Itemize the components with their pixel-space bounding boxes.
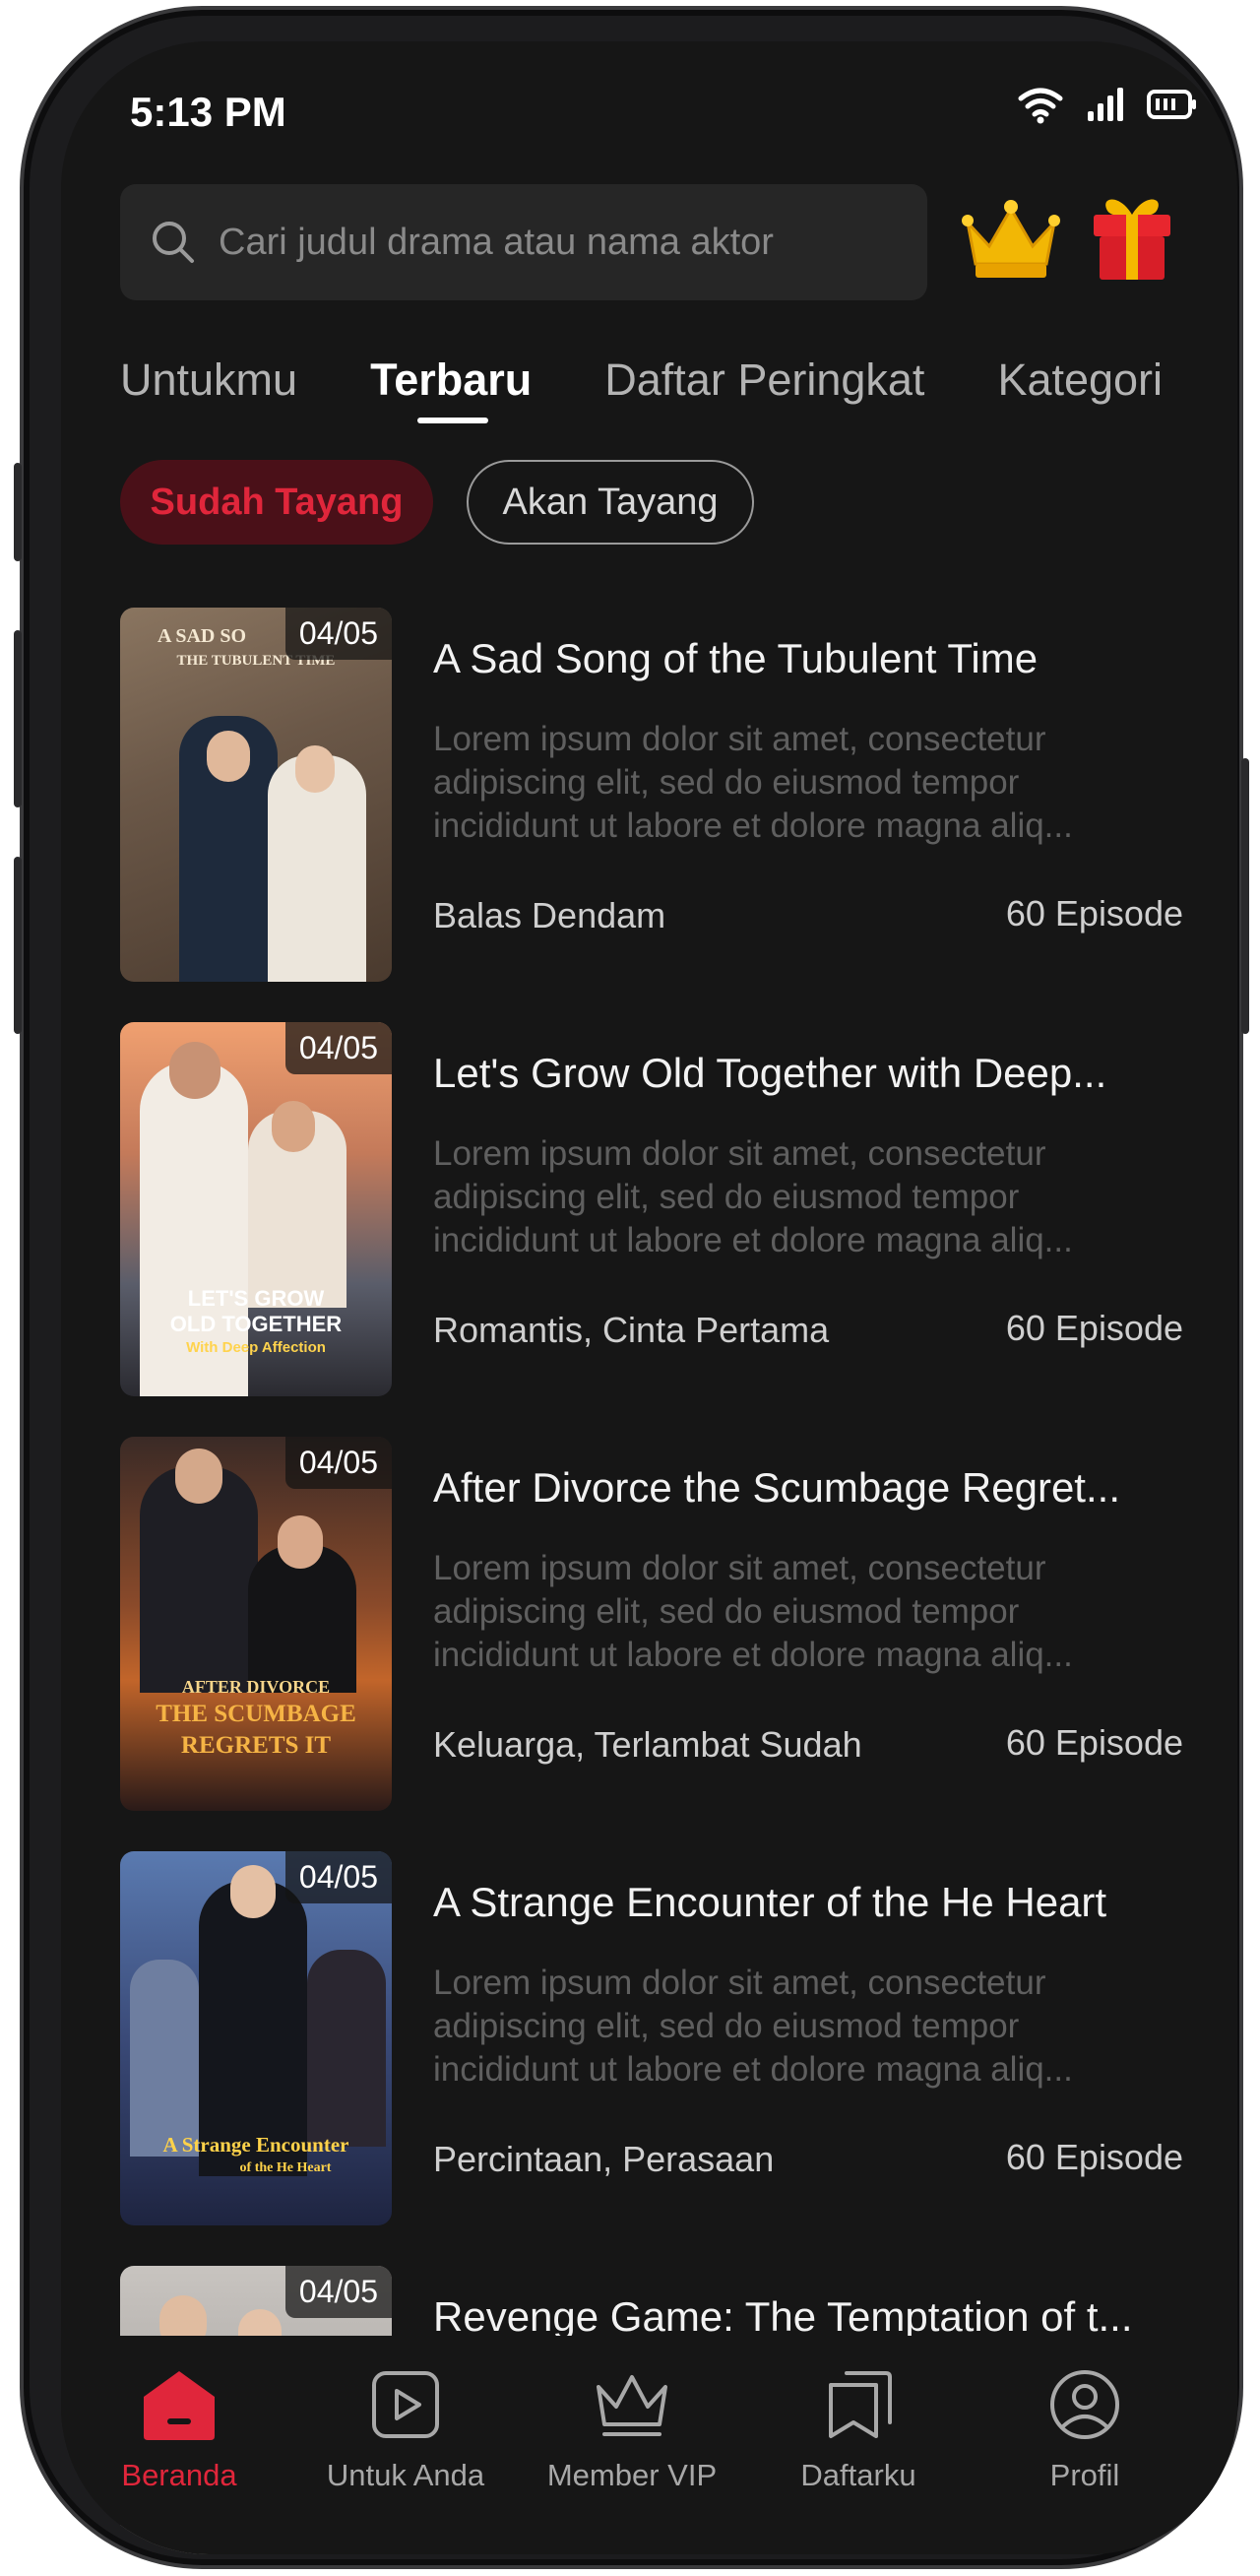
release-date-badge: 04/05 [284,608,392,660]
drama-item[interactable]: LET'S GROW OLD TOGETHER With Deep Affect… [120,1022,1183,1396]
status-time: 5:13 PM [130,89,286,135]
gift-icon[interactable] [1090,189,1174,284]
category-tabs: Untukmu Terbaru Daftar Peringkat Kategor… [120,354,1163,423]
drama-poster: A Strange Encounter of the He Heart 04/0… [120,1851,392,2225]
nav-label: Member VIP [546,2458,718,2492]
drama-item[interactable]: AFTER DIVORCE THE SCUMBAGE REGRETS IT 04… [120,1437,1183,1811]
battery-icon [1147,90,1196,119]
status-icons [1017,85,1198,124]
drama-title: A Sad Song of the Tubulent Time [433,635,1039,681]
drama-description: Lorem ipsum dolor sit amet, consectetur … [433,1134,1073,1259]
play-icon [372,2371,439,2438]
tab-daftar-peringkat[interactable]: Daftar Peringkat [604,354,924,406]
release-date-badge: 04/05 [284,1437,392,1489]
wifi-icon [1018,88,1063,124]
release-date-badge: 04/05 [284,2266,392,2318]
poster-title: AFTER DIVORCE [181,1677,331,1697]
tab-untukmu[interactable]: Untukmu [120,354,297,406]
nav-label: Daftarku [800,2458,916,2492]
drama-title: Let's Grow Old Together with Deep... [433,1050,1107,1096]
phone-frame: 5:13 PM Cari judul drama atau nama aktor… [14,6,1249,2569]
filter-akan-tayang[interactable]: Akan Tayang [467,460,754,545]
poster-title-line2: OLD TOGETHER [169,1312,343,1336]
nav-profil[interactable]: Profil [986,2365,1183,2493]
cellular-signal-icon [1088,88,1123,121]
mute-switch [14,463,22,561]
drama-title: Revenge Game: The Temptation of t... [433,2293,1133,2340]
poster-title: LET'S GROW [187,1286,325,1311]
poster-title-line3: REGRETS IT [180,1732,332,1759]
volume-up-button [14,630,22,807]
drama-genre: Romantis, Cinta Pertama [433,1310,830,1350]
power-button [1241,758,1249,1034]
nav-member-vip[interactable]: Member VIP [534,2365,730,2493]
search-input[interactable] [217,220,850,265]
filter-sudah-tayang[interactable]: Sudah Tayang [120,460,433,545]
profile-icon [1050,2370,1119,2439]
crown-outline-icon [597,2375,667,2436]
poster-subtitle: of the He Heart [239,2160,332,2175]
nav-label: Beranda [121,2458,237,2492]
drama-genre: Keluarga, Terlambat Sudah [433,1724,862,1765]
bookmark-icon [829,2371,892,2438]
drama-title: After Divorce the Scumbage Regret... [433,1464,1120,1511]
volume-down-button [14,857,22,1034]
home-icon [144,2371,215,2440]
poster-subtitle: With Deep Affection [186,1339,326,1356]
episode-count: 60 Episode [1005,1308,1183,1348]
drama-poster: AFTER DIVORCE THE SCUMBAGE REGRETS IT 04… [120,1437,392,1811]
drama-poster: LET'S GROW OLD TOGETHER With Deep Affect… [120,1022,392,1396]
drama-poster: A SAD SO THE TUBULENT TIME 04/05 [120,608,392,982]
screen: 5:13 PM Cari judul drama atau nama aktor… [61,41,1237,2554]
episode-count: 60 Episode [1005,1722,1183,1763]
drama-description: Lorem ipsum dolor sit amet, consectetur … [433,1964,1073,2089]
release-date-badge: 04/05 [284,1851,392,1903]
episode-count: 60 Episode [1005,2137,1183,2177]
search-bar[interactable] [120,184,927,300]
tab-kategori[interactable]: Kategori [997,354,1163,406]
bottom-navigation: Beranda Untuk Anda Member VIP Daftarku P… [61,2336,1237,2554]
drama-genre: Percintaan, Perasaan [433,2139,775,2179]
poster-title: A Strange Encounter [162,2133,349,2157]
drama-title: A Strange Encounter of the He Heart [433,1879,1107,1925]
drama-description: Lorem ipsum dolor sit amet, consectetur … [433,1549,1073,1674]
drama-item[interactable]: A Strange Encounter of the He Heart 04/0… [120,1851,1183,2225]
nav-beranda[interactable]: Beranda [81,2365,278,2493]
search-icon [153,222,194,263]
tab-terbaru[interactable]: Terbaru [370,354,532,423]
crown-icon[interactable] [962,199,1060,282]
nav-daftarku[interactable]: Daftarku [760,2365,957,2493]
release-date-badge: 04/05 [284,1022,392,1074]
drama-genre: Balas Dendam [433,895,666,935]
nav-label: Untuk Anda [326,2458,485,2492]
drama-item[interactable]: A SAD SO THE TUBULENT TIME 04/05 A Sad S… [120,608,1183,982]
nav-untuk-anda[interactable]: Untuk Anda [307,2365,504,2493]
nav-label: Profil [1049,2458,1120,2492]
poster-title-line2: THE SCUMBAGE [156,1701,356,1727]
episode-count: 60 Episode [1005,893,1183,934]
drama-description: Lorem ipsum dolor sit amet, consectetur … [433,720,1073,845]
